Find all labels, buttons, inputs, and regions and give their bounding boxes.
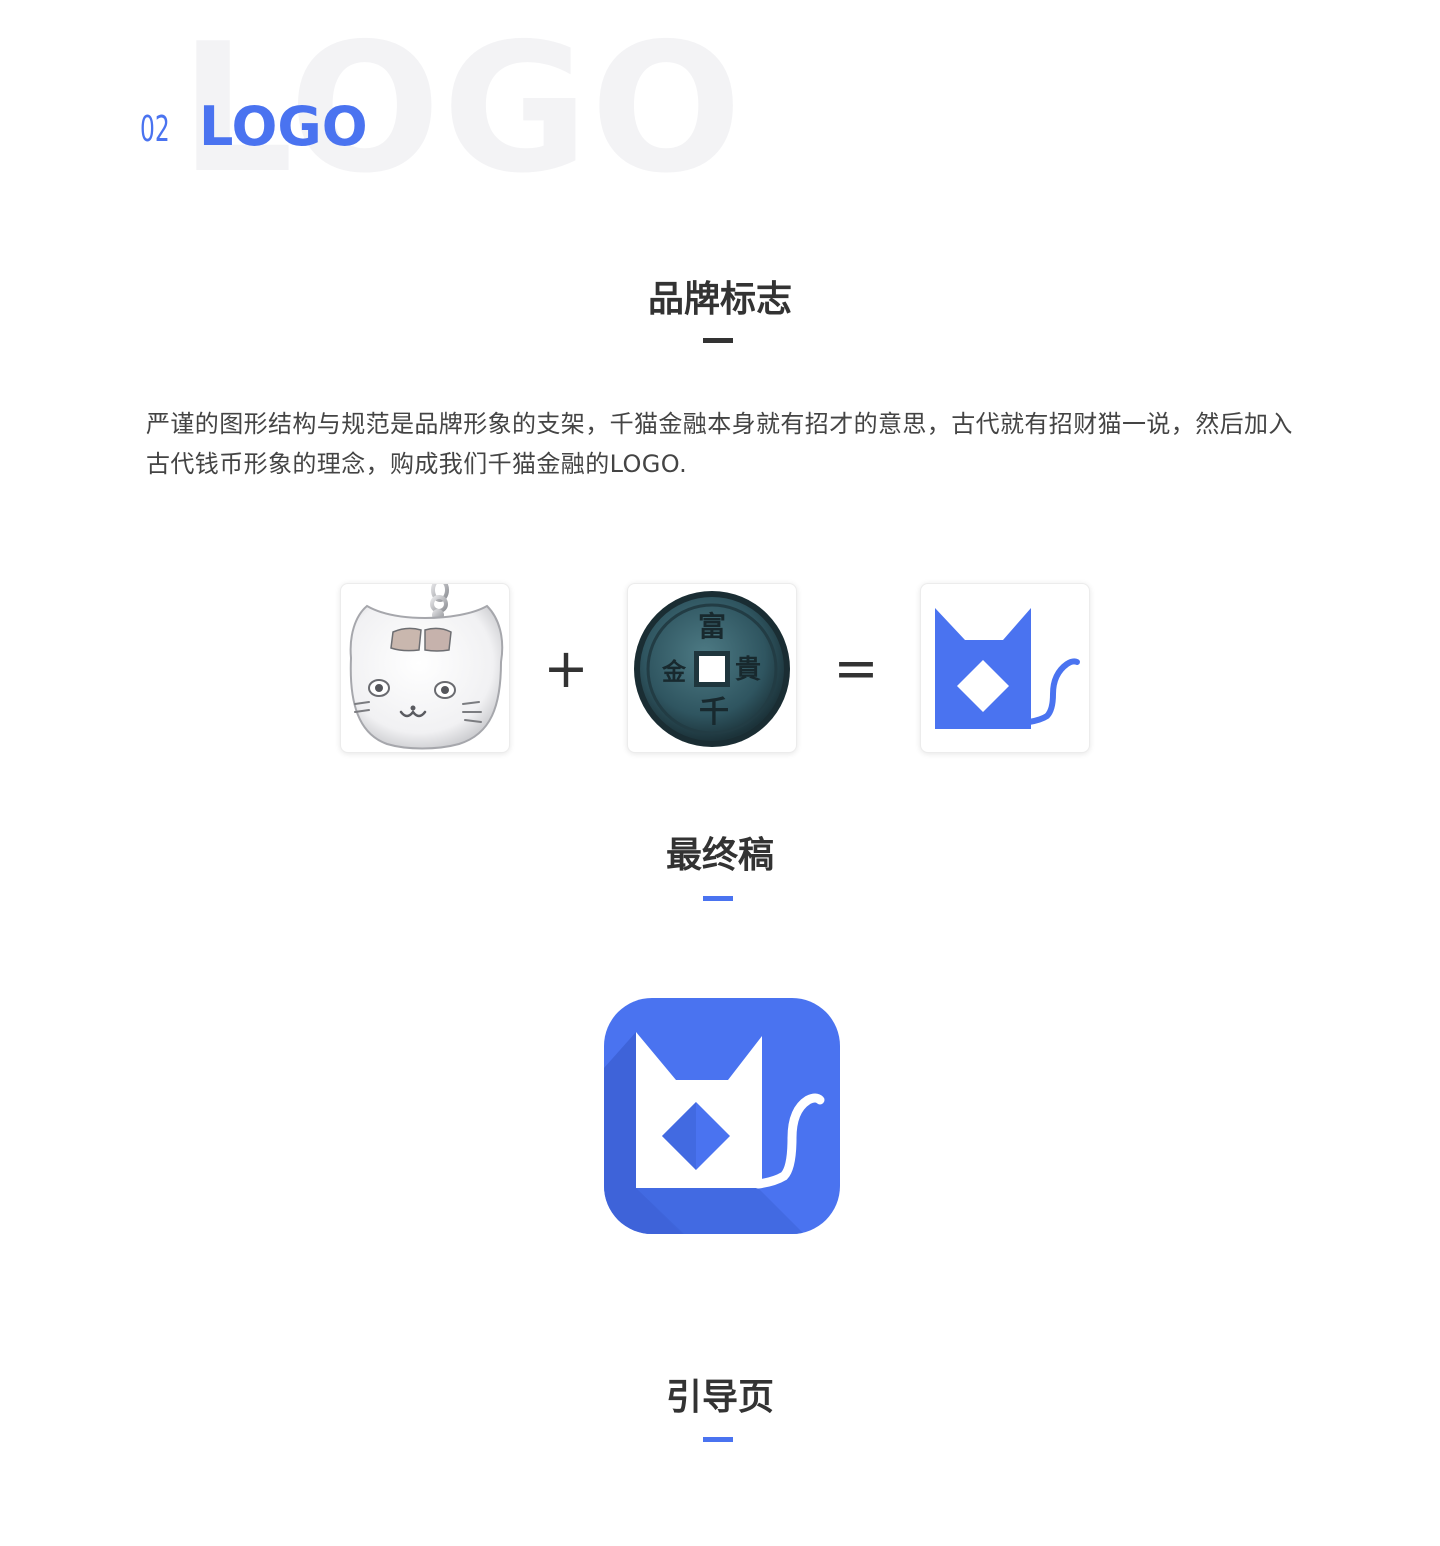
equals-operator: = [833,637,879,700]
coin-char-left: 金 [661,657,687,686]
brand-mark-heading-underline [703,338,733,343]
coin-char-top: 富 [698,610,726,643]
cat-app-icon-graphic [604,998,840,1234]
lucky-cat-pendant-image [340,583,510,753]
coin-char-right: 貴 [735,655,761,685]
plus-operator: + [543,637,589,700]
section-number: 02 [140,109,170,150]
cat-logo-mark [920,583,1090,753]
guide-heading: 引导页 [665,1377,774,1418]
ancient-coin-image: 富 貴 千 金 [627,583,797,753]
ancient-coin-icon: 富 貴 千 金 [634,591,790,747]
final-heading-underline [703,896,733,901]
cat-app-icon [604,998,840,1234]
coin-char-bottom: 千 [699,695,729,730]
lucky-cat-pendant-icon [349,584,504,750]
final-heading: 最终稿 [665,835,774,876]
cat-logo-mark-icon [935,608,1080,729]
brand-mark-description: 严谨的图形结构与规范是品牌形象的支架，千猫金融本身就有招才的意思，古代就有招财猫… [146,410,1293,478]
section-title: LOGO [199,95,368,158]
brand-mark-heading: 品牌标志 [647,279,792,320]
guide-heading-underline [703,1437,733,1442]
